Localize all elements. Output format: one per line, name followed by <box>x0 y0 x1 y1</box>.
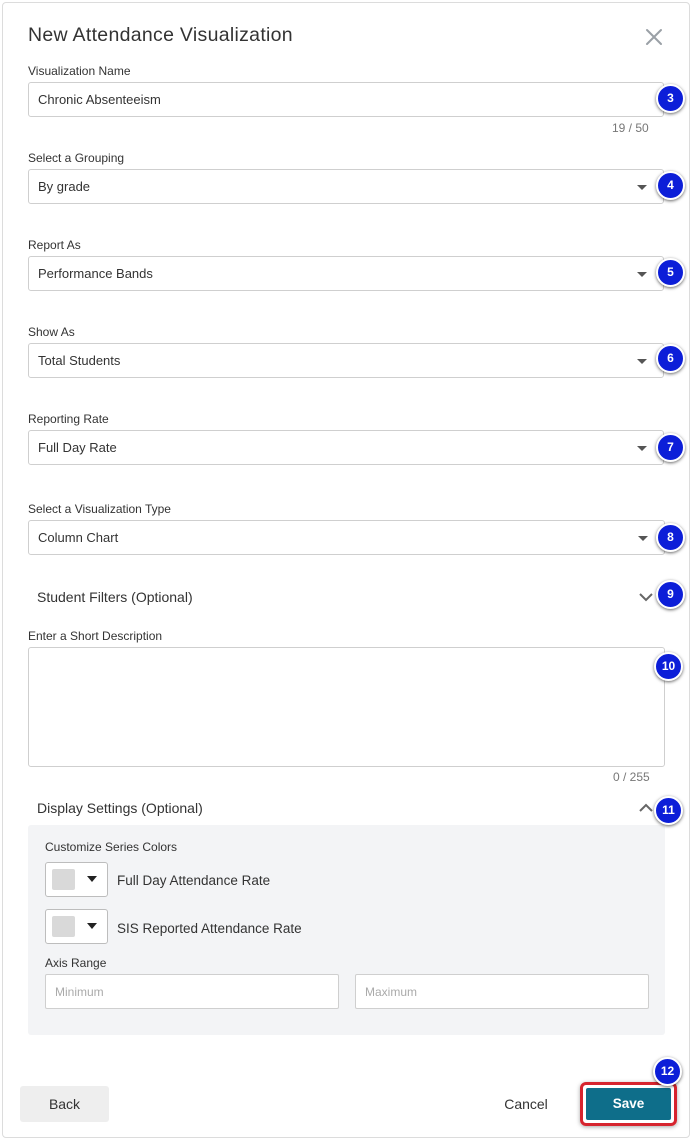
visualization-name-value: Chronic Absenteeism <box>38 92 161 107</box>
callout-badge: 7 <box>656 433 685 462</box>
report-as-value: Performance Bands <box>38 266 153 281</box>
callout-badge: 11 <box>654 796 683 825</box>
series-name: SIS Reported Attendance Rate <box>117 921 302 936</box>
chevron-down-icon <box>637 185 647 190</box>
grouping-select[interactable]: By grade <box>28 169 664 204</box>
cancel-button[interactable]: Cancel <box>494 1086 558 1122</box>
chevron-down-icon <box>637 446 647 451</box>
chevron-down-icon <box>637 359 647 364</box>
back-button[interactable]: Back <box>20 1086 109 1122</box>
visualization-type-select[interactable]: Column Chart <box>28 520 665 555</box>
name-char-counter: 19 / 50 <box>612 121 649 135</box>
chevron-down-icon[interactable] <box>639 592 653 602</box>
visualization-type-label: Select a Visualization Type <box>28 502 171 516</box>
display-settings-panel: Customize Series Colors Full Day Attenda… <box>28 825 665 1035</box>
axis-range-label: Axis Range <box>45 956 107 970</box>
callout-badge: 10 <box>654 652 683 681</box>
grouping-value: By grade <box>38 179 91 194</box>
callout-badge: 9 <box>656 580 685 609</box>
student-filters-toggle[interactable]: Student Filters (Optional) <box>37 589 193 605</box>
series-color-picker[interactable] <box>45 862 108 897</box>
callout-badge: 6 <box>656 344 685 373</box>
description-char-counter: 0 / 255 <box>613 770 650 784</box>
visualization-name-label: Visualization Name <box>28 64 131 78</box>
report-as-select[interactable]: Performance Bands <box>28 256 664 291</box>
callout-badge: 5 <box>656 258 685 287</box>
callout-badge: 8 <box>656 523 685 552</box>
axis-maximum-input[interactable] <box>355 974 649 1009</box>
color-swatch <box>52 916 75 937</box>
display-settings-toggle[interactable]: Display Settings (Optional) <box>37 800 203 816</box>
chevron-up-icon[interactable] <box>639 803 653 813</box>
show-as-select[interactable]: Total Students <box>28 343 664 378</box>
reporting-rate-label: Reporting Rate <box>28 412 109 426</box>
visualization-name-input[interactable]: Chronic Absenteeism <box>28 82 664 117</box>
save-button[interactable]: Save <box>586 1088 671 1120</box>
close-icon[interactable] <box>644 27 664 47</box>
save-highlight: Save <box>580 1082 677 1126</box>
description-textarea[interactable] <box>28 647 665 767</box>
series-colors-label: Customize Series Colors <box>45 840 178 854</box>
caret-down-icon <box>87 876 97 882</box>
chevron-down-icon <box>637 272 647 277</box>
show-as-label: Show As <box>28 325 75 339</box>
visualization-type-value: Column Chart <box>38 530 119 545</box>
show-as-value: Total Students <box>38 353 121 368</box>
description-label: Enter a Short Description <box>28 629 163 643</box>
reporting-rate-value: Full Day Rate <box>38 440 117 455</box>
color-swatch <box>52 869 75 890</box>
callout-badge: 4 <box>656 171 685 200</box>
series-name: Full Day Attendance Rate <box>117 873 271 888</box>
axis-minimum-input[interactable] <box>45 974 339 1009</box>
report-as-label: Report As <box>28 238 81 252</box>
reporting-rate-select[interactable]: Full Day Rate <box>28 430 664 465</box>
callout-badge: 3 <box>656 84 685 113</box>
series-color-picker[interactable] <box>45 909 108 944</box>
callout-badge: 12 <box>653 1057 682 1086</box>
grouping-label: Select a Grouping <box>28 151 125 165</box>
caret-down-icon <box>87 923 97 929</box>
dialog-title: New Attendance Visualization <box>28 24 293 46</box>
chevron-down-icon <box>638 536 648 541</box>
